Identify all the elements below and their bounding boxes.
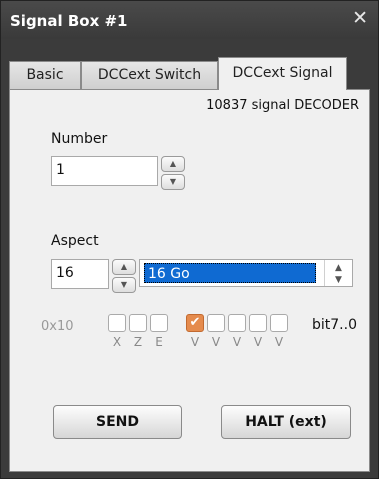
number-input[interactable]: 1 (51, 156, 158, 186)
bit-range-label: bit7..0 (312, 317, 357, 333)
number-spinner[interactable]: ▲ ▼ (161, 156, 185, 190)
bit-label: V (274, 335, 284, 349)
halt-button[interactable]: HALT (ext) (221, 405, 351, 439)
spin-up-icon[interactable]: ▲ (161, 156, 185, 172)
tab-dccext-switch[interactable]: DCCext Switch (81, 61, 218, 89)
aspect-selected-option: 16 Go (144, 263, 316, 283)
bit-label: V (190, 335, 200, 349)
bit-checkbox[interactable] (207, 314, 225, 332)
send-button[interactable]: SEND (53, 405, 182, 439)
tab-dccext-signal[interactable]: DCCext Signal (218, 57, 347, 90)
decoder-label: 10837 signal DECODER (206, 98, 359, 113)
bit-label: E (155, 335, 163, 349)
updown-arrow-icon[interactable]: ▲ ▼ (324, 260, 352, 286)
aspect-label: Aspect (51, 233, 99, 249)
bit-checkbox[interactable] (150, 314, 168, 332)
bit-label: V (253, 335, 263, 349)
bit-checkbox[interactable] (108, 314, 126, 332)
bit-label: V (211, 335, 221, 349)
aspect-input[interactable]: 16 (51, 259, 109, 289)
checkmark-icon: ✔ (189, 315, 201, 330)
aspect-spinner[interactable]: ▲ ▼ (112, 259, 136, 293)
title-bar[interactable]: Signal Box #1 ✕ (1, 1, 378, 39)
bit-label: X (112, 335, 122, 349)
bit-checkbox[interactable] (228, 314, 246, 332)
spin-down-icon[interactable]: ▼ (161, 174, 185, 190)
number-label: Number (51, 131, 108, 147)
spin-down-icon[interactable]: ▼ (112, 277, 136, 293)
bit-checkbox[interactable] (129, 314, 147, 332)
window-title: Signal Box #1 (10, 12, 128, 30)
spin-up-icon[interactable]: ▲ (112, 259, 136, 275)
bit-checkbox[interactable] (249, 314, 267, 332)
bit-checkbox[interactable] (270, 314, 288, 332)
aspect-select[interactable]: 16 Go ▲ ▼ (139, 259, 353, 287)
hex-value: 0x10 (41, 319, 74, 334)
bit-checkbox-checked[interactable]: ✔ (186, 314, 204, 332)
signal-box-window: Signal Box #1 ✕ Basic DCCext Switch DCCe… (0, 0, 379, 479)
tab-basic[interactable]: Basic (9, 61, 81, 89)
bit-label: V (232, 335, 242, 349)
close-icon[interactable]: ✕ (352, 8, 368, 28)
bit-label: Z (133, 335, 143, 349)
